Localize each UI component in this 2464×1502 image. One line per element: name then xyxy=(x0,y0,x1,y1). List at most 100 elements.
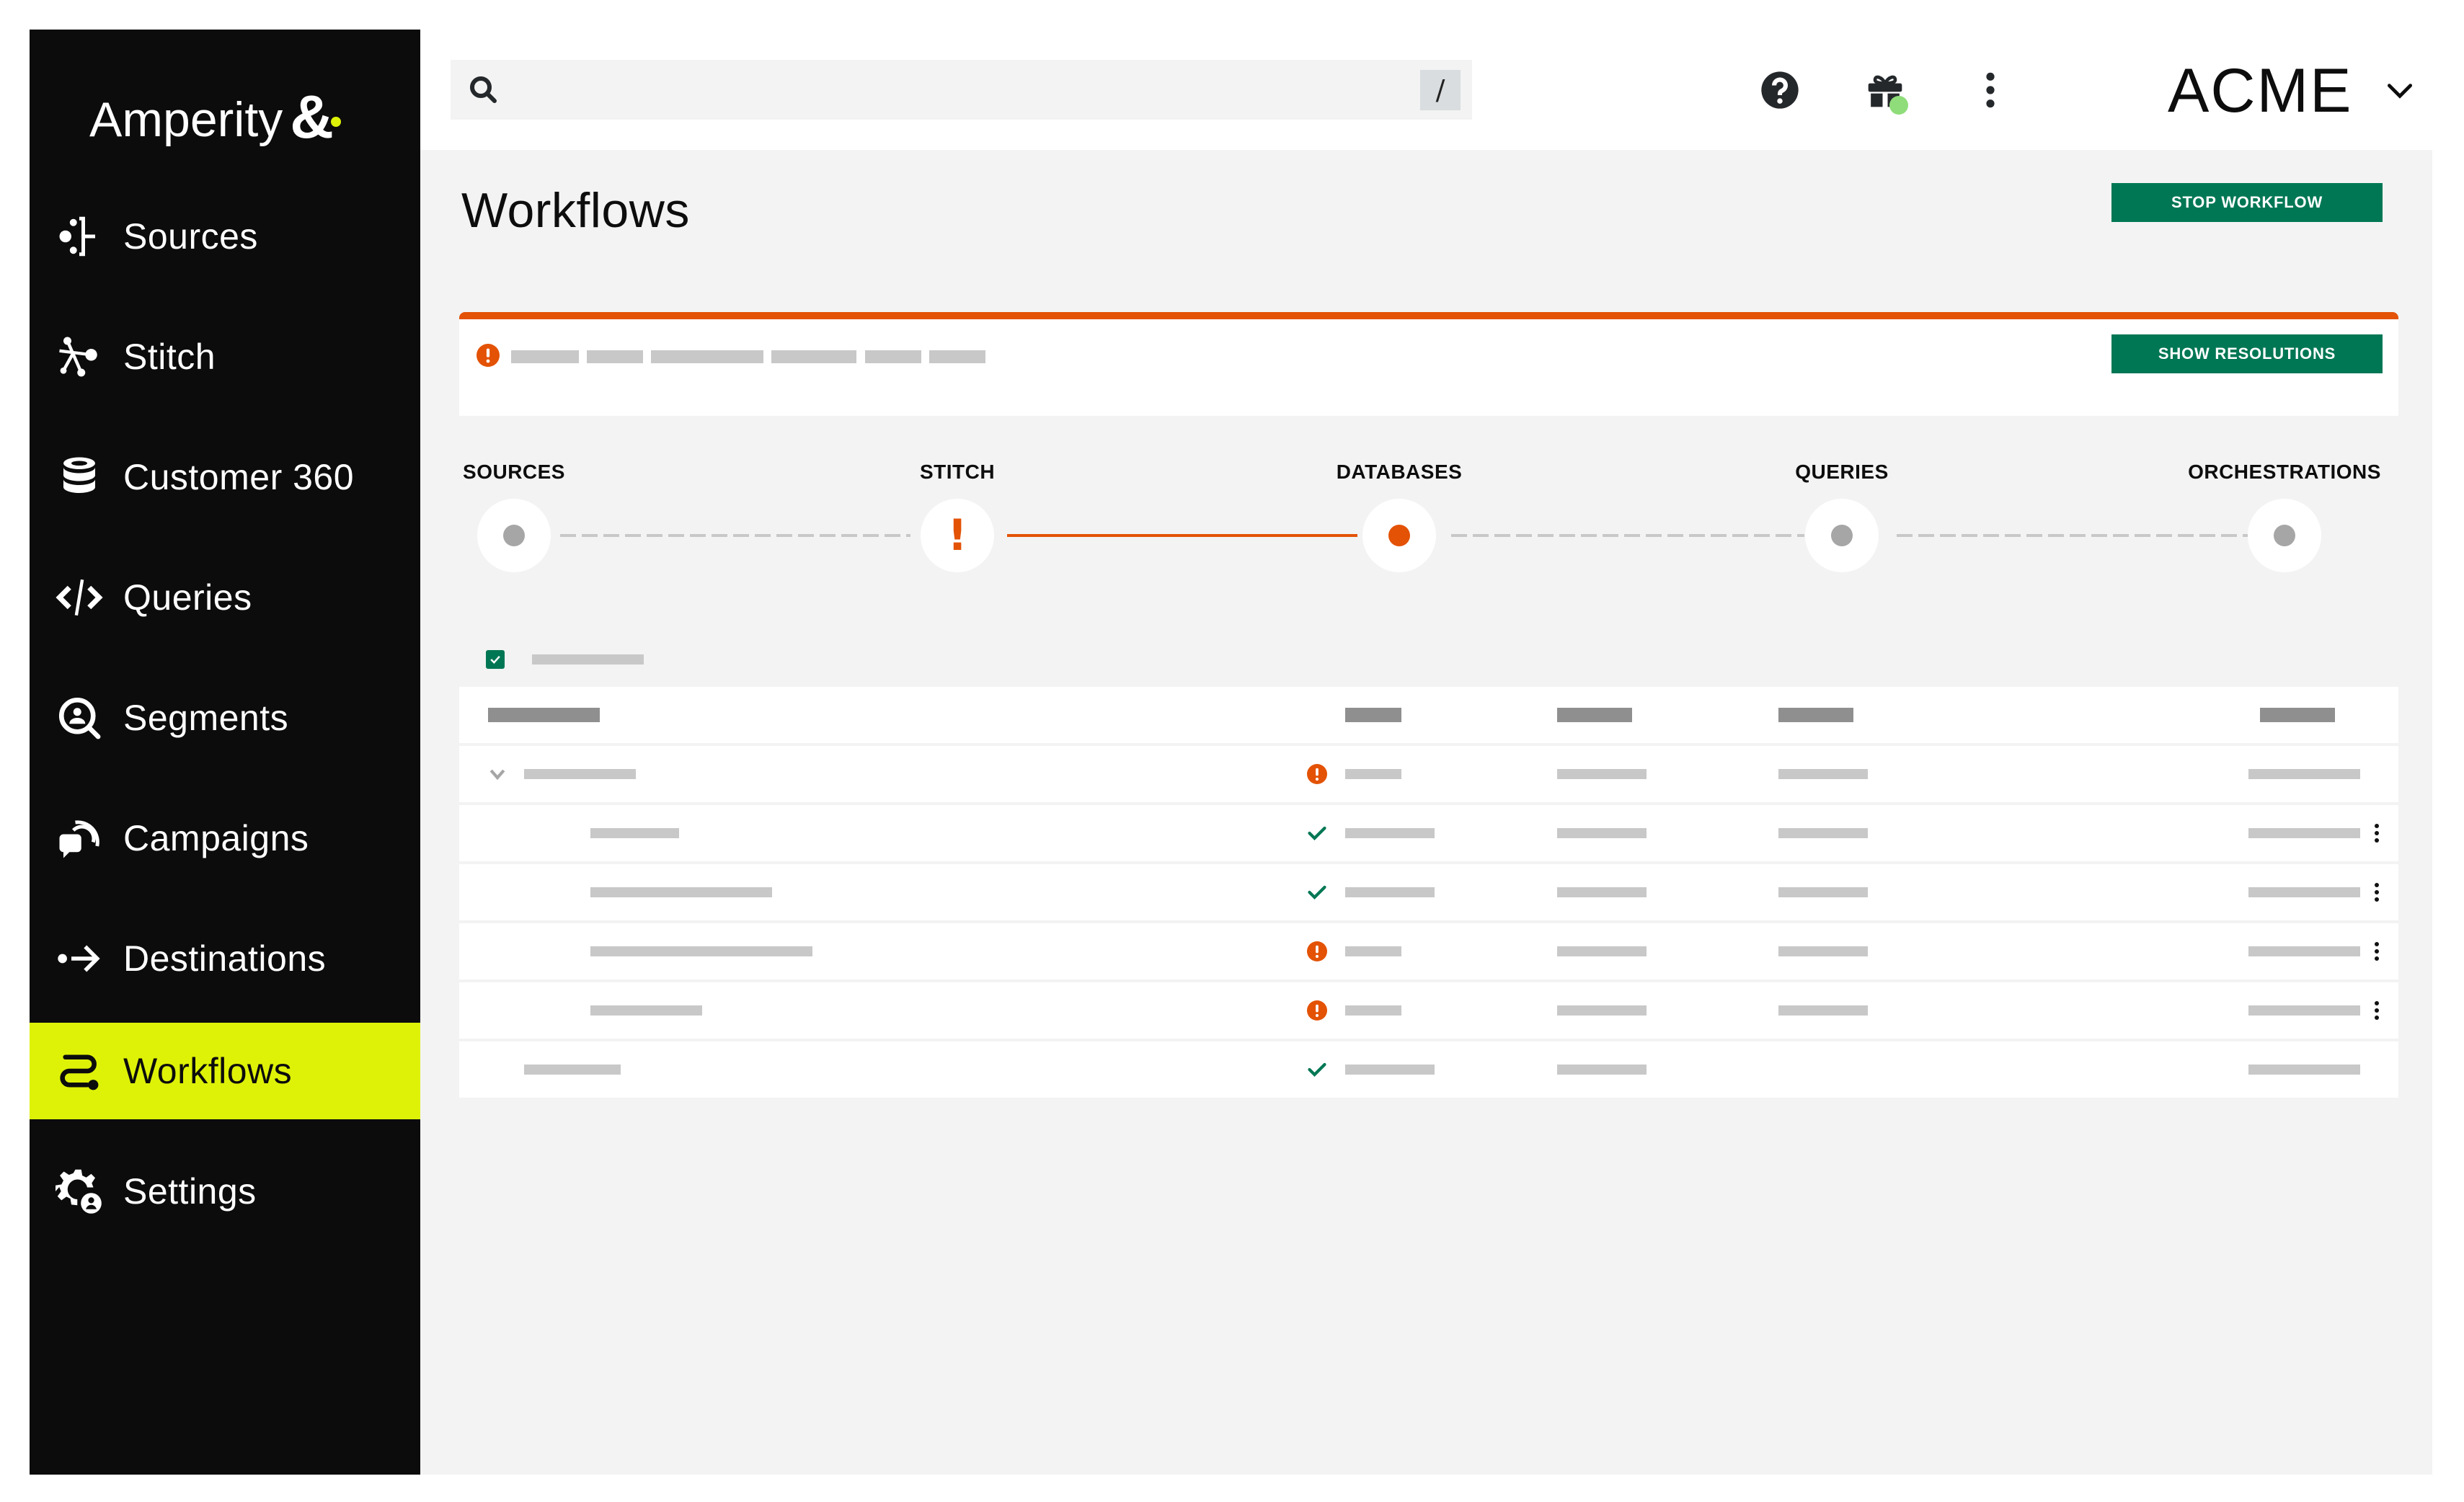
sidebar-item-sources[interactable]: Sources xyxy=(30,188,420,285)
help-button[interactable] xyxy=(1760,70,1800,110)
redacted-text xyxy=(929,350,985,363)
pending-dot-icon xyxy=(1831,525,1853,546)
redacted-text xyxy=(1778,769,1868,779)
step-node-orchestrations[interactable] xyxy=(2248,499,2321,572)
redacted-text xyxy=(1345,1065,1435,1075)
sidebar-item-label: Destinations xyxy=(123,938,327,979)
redacted-text xyxy=(590,887,772,897)
checkmark-icon xyxy=(490,655,500,664)
table-row[interactable] xyxy=(459,746,2398,802)
select-all-checkbox[interactable] xyxy=(486,650,505,669)
table-header-row xyxy=(459,687,2398,743)
settings-user-icon xyxy=(56,1168,103,1215)
step-label-databases: DATABASES xyxy=(1336,461,1463,483)
sidebar-item-segments[interactable]: Segments xyxy=(30,670,420,766)
row-menu-button[interactable] xyxy=(2370,937,2384,966)
logo-accent-dot xyxy=(330,117,341,127)
redacted-text xyxy=(590,828,679,838)
account-name: ACME xyxy=(2168,55,2353,125)
column-header xyxy=(1778,708,1853,722)
redacted-text xyxy=(2248,1065,2360,1075)
step-node-stitch[interactable]: ! xyxy=(921,499,994,572)
step-connector xyxy=(1897,534,2250,537)
step-label-stitch: STITCH xyxy=(919,461,996,483)
redacted-text xyxy=(1778,946,1868,956)
search-shortcut-key: / xyxy=(1420,69,1461,110)
redacted-text xyxy=(532,654,644,665)
row-menu-button[interactable] xyxy=(2370,878,2384,907)
redacted-text xyxy=(2248,887,2360,897)
redacted-text xyxy=(1557,887,1647,897)
redacted-text xyxy=(1778,1005,1868,1016)
redacted-text xyxy=(2248,1005,2360,1016)
redacted-text xyxy=(1345,887,1435,897)
redacted-text xyxy=(511,350,579,363)
stitch-icon xyxy=(56,333,103,381)
help-icon xyxy=(1761,71,1799,109)
sidebar-item-label: Queries xyxy=(123,577,252,618)
search-input[interactable] xyxy=(501,60,1420,120)
more-options-button[interactable] xyxy=(1970,70,2011,110)
step-connector xyxy=(1007,534,1357,537)
step-label-sources: SOURCES xyxy=(463,461,565,483)
step-node-databases[interactable] xyxy=(1362,499,1436,572)
table-row[interactable] xyxy=(459,923,2398,979)
step-label-orchestrations: ORCHESTRATIONS xyxy=(2188,461,2381,483)
sidebar-item-settings[interactable]: Settings xyxy=(30,1143,420,1240)
more-vertical-icon xyxy=(1986,72,1995,108)
database-icon xyxy=(56,453,103,501)
step-node-sources[interactable] xyxy=(477,499,551,572)
redacted-text xyxy=(1778,887,1868,897)
sidebar-item-label: Segments xyxy=(123,698,289,738)
column-header xyxy=(1345,708,1401,722)
error-icon xyxy=(1307,1000,1327,1021)
redacted-text xyxy=(2248,946,2360,956)
select-all[interactable] xyxy=(486,650,644,669)
more-vertical-icon xyxy=(2375,1001,2379,1020)
redacted-text xyxy=(1557,946,1647,956)
sidebar-item-label: Campaigns xyxy=(123,818,309,858)
logo-ampersand: & xyxy=(290,86,341,147)
sidebar-item-workflows[interactable]: Workflows xyxy=(30,1023,420,1119)
row-menu-button[interactable] xyxy=(2370,996,2384,1025)
campaign-icon xyxy=(56,814,103,862)
segment-search-icon xyxy=(56,694,103,742)
account-switcher[interactable]: ACME xyxy=(2168,56,2416,125)
top-bar: / ACME xyxy=(420,30,2432,150)
sidebar-item-label: Customer 360 xyxy=(123,457,355,497)
column-header xyxy=(1557,708,1632,722)
sidebar-item-stitch[interactable]: Stitch xyxy=(30,308,420,405)
redacted-text xyxy=(1557,1065,1647,1075)
redacted-text xyxy=(1345,828,1435,838)
notification-dot xyxy=(1889,96,1908,115)
table-row[interactable] xyxy=(459,805,2398,861)
redacted-text xyxy=(1557,769,1647,779)
show-resolutions-button[interactable]: SHOW RESOLUTIONS xyxy=(2111,334,2383,373)
table-row[interactable] xyxy=(459,982,2398,1039)
whats-new-button[interactable] xyxy=(1865,70,1908,115)
logo-text: Amperity xyxy=(89,92,283,147)
redacted-text xyxy=(524,1065,621,1075)
sidebar-item-queries[interactable]: Queries xyxy=(30,549,420,646)
destination-arrow-icon xyxy=(56,935,103,982)
sidebar-item-customer-360[interactable]: Customer 360 xyxy=(30,429,420,525)
table-row[interactable] xyxy=(459,1041,2398,1098)
amperity-logo[interactable]: Amperity & xyxy=(89,86,341,152)
table-row[interactable] xyxy=(459,864,2398,920)
page-title: Workflows xyxy=(461,183,690,238)
chevron-down-icon[interactable] xyxy=(487,763,508,785)
redacted-text xyxy=(1345,769,1401,779)
sidebar-item-destinations[interactable]: Destinations xyxy=(30,910,420,1007)
error-icon xyxy=(477,344,500,367)
step-connector xyxy=(1451,534,1804,537)
sidebar-item-label: Settings xyxy=(123,1171,257,1212)
row-menu-button[interactable] xyxy=(2370,819,2384,848)
sidebar-item-campaigns[interactable]: Campaigns xyxy=(30,790,420,886)
code-icon xyxy=(56,574,103,621)
redacted-text xyxy=(1557,828,1647,838)
search-bar[interactable]: / xyxy=(451,60,1472,120)
step-node-queries[interactable] xyxy=(1805,499,1879,572)
stop-workflow-button[interactable]: STOP WORKFLOW xyxy=(2111,183,2383,222)
sources-icon xyxy=(56,213,103,260)
redacted-text xyxy=(1778,828,1868,838)
